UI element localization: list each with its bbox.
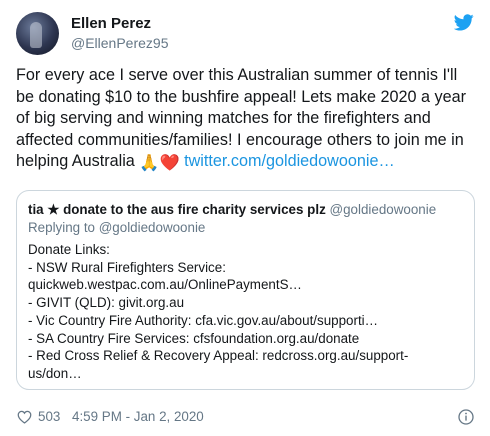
tweet-text-line: For every ace I serve over this Australi…	[16, 66, 458, 84]
quoted-text-line: - Vic Country Fire Authority: cfa.vic.go…	[28, 312, 379, 328]
heart-outline-icon[interactable]	[17, 410, 32, 424]
tweet-text-line: affected communities/families! I encoura…	[16, 130, 464, 149]
tweet-text-line: of big serving and winning matches for t…	[16, 109, 431, 127]
author-name[interactable]: Ellen Perez	[71, 15, 151, 32]
tweet-text-line: be donating $10 to the bushfire appeal! …	[16, 87, 466, 106]
embedded-tweet: Ellen Perez @EllenPerez95 For every ace …	[0, 0, 490, 436]
tweet-header: Ellen Perez @EllenPerez95	[16, 10, 474, 60]
quoted-text-line: us/don…	[28, 365, 82, 381]
quoted-text-line: - SA Country Fire Services: cfsfoundatio…	[28, 330, 360, 346]
quoted-author-handle: @goldiedowoonie	[329, 202, 437, 217]
replying-to-label: Replying to @goldiedowoonie	[28, 220, 206, 235]
quoted-author-name: tia ★ donate to the aus fire charity ser…	[28, 202, 326, 217]
quoted-tweet[interactable]: tia ★ donate to the aus fire charity ser…	[16, 190, 475, 390]
red-heart-emoji: ❤️	[159, 154, 180, 172]
like-count[interactable]: 503	[38, 409, 60, 424]
quoted-tweet-link[interactable]: twitter.com/goldiedowoonie…	[184, 152, 395, 170]
tweet-text: For every ace I serve over this Australi…	[16, 65, 478, 175]
quoted-text-line: - Red Cross Relief & Recovery Appeal: re…	[28, 348, 409, 364]
quoted-text-line: - GIVIT (QLD): givit.org.au	[28, 295, 185, 311]
quoted-tweet-text: Donate Links: - NSW Rural Firefighters S…	[28, 241, 468, 383]
folded-hands-emoji: 🙏	[139, 154, 160, 172]
quoted-text-line: quickweb.westpac.com.au/OnlinePaymentS…	[28, 277, 302, 293]
tweet-footer: 503 4:59 PM - Jan 2, 2020	[16, 408, 474, 428]
author-handle[interactable]: @EllenPerez95	[71, 35, 169, 51]
twitter-bird-icon[interactable]	[454, 14, 474, 31]
quoted-tweet-header: tia ★ donate to the aus fire charity ser…	[28, 202, 436, 218]
info-circle-icon[interactable]	[458, 409, 474, 425]
tweet-timestamp[interactable]: 4:59 PM - Jan 2, 2020	[72, 409, 204, 424]
avatar-figure	[30, 22, 42, 48]
tweet-text-last-line: helping Australia 🙏❤️ twitter.com/goldie…	[16, 151, 478, 175]
tweet-text-line: helping Australia	[16, 152, 135, 170]
avatar[interactable]	[16, 12, 59, 55]
quoted-text-line: - NSW Rural Firefighters Service:	[28, 259, 226, 275]
quoted-text-line: Donate Links:	[28, 242, 110, 257]
